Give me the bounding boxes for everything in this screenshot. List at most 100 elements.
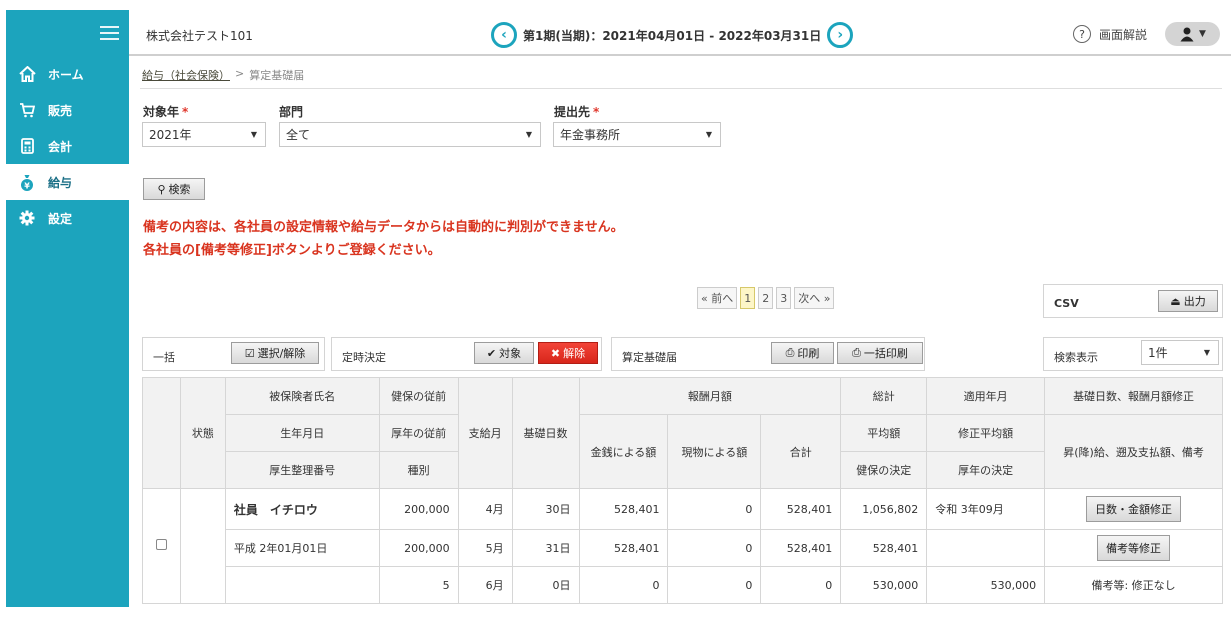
dropdown-arrow-icon: ▼ <box>705 130 712 139</box>
name-header: 被保険者氏名 <box>224 377 380 415</box>
question-icon: ? <box>1073 25 1091 43</box>
dept-value: 全て <box>286 128 311 142</box>
divider <box>140 88 1222 89</box>
sidebar-item-label: 販売 <box>48 103 73 118</box>
kind-cell: 5 <box>378 566 459 604</box>
breadcrumb-parent-link[interactable]: 給与（社会保険） <box>142 67 230 83</box>
gear-icon <box>18 209 36 227</box>
sidebar-item-home[interactable]: ホーム <box>6 56 129 92</box>
destination-select[interactable]: 年金事務所 ▼ <box>553 122 721 147</box>
user-menu-button[interactable]: ▼ <box>1165 22 1220 46</box>
printer-icon: ⎙ <box>852 346 861 359</box>
bulk-panel: 一括 ☑ 選択/解除 <box>142 337 325 371</box>
checkbox-icon: ☑ <box>244 346 255 360</box>
cash-cell: 528,401 <box>578 529 669 567</box>
row-checkbox[interactable] <box>155 539 167 550</box>
target-button[interactable]: ✔ 対象 <box>474 342 534 364</box>
in-kind-header: 現物による額 <box>667 414 762 489</box>
prev-page-link[interactable]: « 前へ <box>697 287 738 309</box>
print-button[interactable]: ⎙ 印刷 <box>771 342 834 364</box>
required-mark: * <box>182 105 189 119</box>
notes-status-cell: 備考等: 修正なし <box>1044 566 1223 604</box>
bulk-label: 一括 <box>153 351 175 364</box>
total-header: 総計 <box>840 377 928 415</box>
prev-period-button[interactable]: ‹ <box>491 22 517 48</box>
remove-button[interactable]: ✖ 解除 <box>538 342 598 364</box>
sidebar-item-settings[interactable]: 設定 <box>6 200 129 236</box>
notes-header: 昇(降)給、遡及支払額、備考 <box>1044 414 1223 489</box>
cross-icon: ✖ <box>550 346 561 360</box>
subtotal-header: 合計 <box>760 414 842 489</box>
dept-label: 部門 <box>279 105 304 119</box>
search-icon: ⚲ <box>157 182 166 196</box>
cart-icon <box>18 101 36 119</box>
dept-select[interactable]: 全て ▼ <box>279 122 541 147</box>
chevron-down-icon: ▼ <box>1199 29 1206 39</box>
chevron-right-icon: › <box>837 27 844 43</box>
destination-label: 提出先 * <box>554 105 600 119</box>
santei-table: 状態 被保険者氏名 健保の従前 支給月 基礎日数 報酬月額 総計 適用年月 基礎… <box>142 377 1223 604</box>
page-link-1[interactable]: 1 <box>740 287 756 309</box>
average-cell: 528,401 <box>840 529 928 567</box>
csv-export-button[interactable]: ⏏ 出力 <box>1158 290 1218 312</box>
sidebar-item-sales[interactable]: 販売 <box>6 92 129 128</box>
user-icon <box>1180 27 1194 42</box>
sidebar-item-payroll[interactable]: ¥ 給与 <box>6 164 129 200</box>
fix-amount-button[interactable]: 日数・金額修正 <box>1086 496 1182 522</box>
kousei-no-header: 厚生整理番号 <box>224 451 380 489</box>
breadcrumb-separator: > <box>235 67 245 80</box>
page-size-select[interactable]: 1件 ▼ <box>1141 340 1219 365</box>
subtotal-cell: 0 <box>760 566 842 604</box>
edit-notes-button[interactable]: 備考等修正 <box>1097 535 1171 561</box>
check-icon: ✔ <box>486 346 497 360</box>
top-header: 株式会社テスト101 ‹ 第1期(当期)：2021年04月01日 - 2022年… <box>129 10 1231 56</box>
cash-cell: 0 <box>578 566 669 604</box>
base-days-cell: 0日 <box>511 566 580 604</box>
select-toggle-button[interactable]: ☑ 選択/解除 <box>231 342 319 364</box>
table-header-row: 状態 被保険者氏名 健保の従前 支給月 基礎日数 報酬月額 総計 適用年月 基礎… <box>142 377 1223 489</box>
kounen-decision-cell: 530,000 <box>926 566 1046 604</box>
birth-header: 生年月日 <box>224 414 380 452</box>
next-period-button[interactable]: › <box>827 22 854 48</box>
regular-decision-panel: 定時決定 ✔ 対象 ✖ 解除 <box>331 337 602 371</box>
warning-text: 各社員の[備考等修正]ボタンよりご登録ください。 <box>143 243 441 258</box>
next-page-link[interactable]: 次へ » <box>794 287 835 309</box>
calculator-icon <box>18 137 36 155</box>
pagination: « 前へ 1 2 3 次へ » <box>697 287 837 309</box>
sidebar-item-accounting[interactable]: 会計 <box>6 128 129 164</box>
status-cell <box>179 488 226 604</box>
svg-text:¥: ¥ <box>24 181 30 190</box>
bulk-print-button[interactable]: ⎙ 一括印刷 <box>837 342 923 364</box>
period-selector: ‹ 第1期(当期)：2021年04月01日 - 2022年03月31日 › <box>491 22 854 48</box>
money-bag-icon: ¥ <box>18 173 36 191</box>
help-link[interactable]: ? 画面解説 <box>1073 25 1147 43</box>
base-days-cell: 31日 <box>511 529 580 567</box>
page-link-3[interactable]: 3 <box>776 287 792 309</box>
breadcrumb-current: 算定基礎届 <box>249 69 305 82</box>
apply-month-header: 適用年月 <box>926 377 1046 415</box>
table-row: 社員 イチロウ 200,000 4月 30日 528,401 0 528,401… <box>142 488 1223 604</box>
chevron-left-icon: ‹ <box>501 27 507 43</box>
target-label: 対象 <box>499 347 522 360</box>
page-size-value: 1件 <box>1148 346 1168 360</box>
printer-icon: ⎙ <box>785 346 795 359</box>
page-link-2[interactable]: 2 <box>758 287 774 309</box>
search-button[interactable]: ⚲ 検索 <box>143 178 205 200</box>
subtotal-cell: 528,401 <box>760 488 842 530</box>
fix-header: 基礎日数、報酬月額修正 <box>1044 377 1223 415</box>
regular-decision-label: 定時決定 <box>342 351 386 364</box>
menu-icon[interactable] <box>100 26 119 44</box>
year-select[interactable]: 2021年 ▼ <box>142 122 266 147</box>
santei-panel: 算定基礎届 ⎙ 印刷 ⎙ 一括印刷 <box>611 337 925 371</box>
cash-header: 金銭による額 <box>578 414 669 489</box>
remuneration-header: 報酬月額 <box>578 377 842 415</box>
csv-export-label: 出力 <box>1183 295 1206 308</box>
required-mark: * <box>593 105 600 119</box>
apply-month-cell: 令和 3年09月 <box>926 488 1046 530</box>
in-kind-cell: 0 <box>667 529 762 567</box>
page-size-label: 検索表示 <box>1054 351 1098 364</box>
select-toggle-label: 選択/解除 <box>257 347 306 360</box>
kounen-decision-header: 厚年の決定 <box>926 451 1046 489</box>
year-label: 対象年 * <box>143 105 189 119</box>
kounen-prev-cell: 200,000 <box>378 529 459 567</box>
